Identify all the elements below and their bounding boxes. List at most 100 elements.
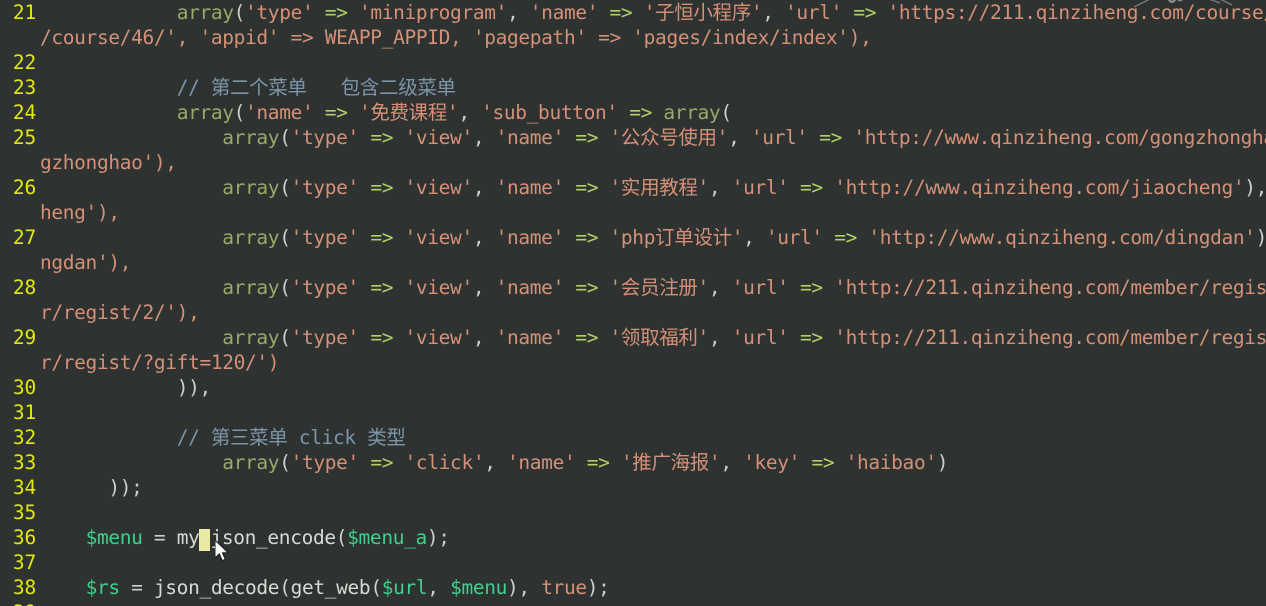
code-line-continuation[interactable]: gzhonghao'),	[0, 150, 1266, 175]
code-line[interactable]: 23 // 第二个菜单 包含二级菜单	[0, 75, 1266, 100]
code-line[interactable]: 28 array('type' => 'view', 'name' => '会员…	[0, 275, 1266, 300]
code-text[interactable]: )),	[40, 375, 1266, 400]
code-token: 'http://www.qinziheng.com/jiaocheng'	[834, 176, 1245, 199]
code-line[interactable]: 24 array('name' => '免费课程', 'sub_button' …	[0, 100, 1266, 125]
code-text[interactable]: array('type' => 'miniprogram', 'name' =>…	[40, 0, 1266, 25]
line-number: 27	[12, 226, 36, 249]
code-token: 'url'	[731, 176, 789, 199]
code-line[interactable]: 32 // 第三菜单 click 类型	[0, 425, 1266, 450]
code-text[interactable]: $menu = my_json_encode($menu_a);	[40, 525, 1266, 553]
code-token: ,	[708, 326, 732, 349]
code-text[interactable]: // 第三菜单 click 类型	[40, 425, 1266, 450]
code-text-wrapped[interactable]: heng'),	[40, 200, 1266, 225]
code-line[interactable]: 26 array('type' => 'view', 'name' => '实用…	[0, 175, 1266, 200]
code-token: 'key'	[743, 451, 801, 474]
code-token: get_web	[290, 576, 371, 599]
code-line[interactable]: 25 array('type' => 'view', 'name' => '公众…	[0, 125, 1266, 150]
code-token: $rs	[85, 576, 121, 599]
code-line[interactable]: 37	[0, 550, 1266, 575]
code-token: =	[142, 526, 177, 549]
code-token: =>	[324, 1, 348, 24]
code-token: (	[279, 226, 291, 249]
code-editor[interactable]: 21 array('type' => 'miniprogram', 'name'…	[0, 0, 1266, 606]
code-token: 'http://211.qinziheng.com/member/regist/…	[834, 276, 1266, 299]
code-lines-container[interactable]: 21 array('type' => 'miniprogram', 'name'…	[0, 0, 1266, 606]
code-line-continuation[interactable]: ngdan'),	[0, 250, 1266, 275]
code-text[interactable]: array('name' => '免费课程', 'sub_button' => …	[40, 100, 1266, 125]
code-token: ,	[472, 176, 496, 199]
code-token: 'name'	[529, 1, 599, 24]
code-token: =>	[575, 326, 599, 349]
code-line[interactable]: 34 ));	[0, 475, 1266, 500]
code-text[interactable]: // 第二个菜单 包含二级菜单	[40, 75, 1266, 100]
code-text[interactable]: array('type' => 'view', 'name' => '公众号使用…	[40, 125, 1266, 150]
code-text[interactable]: array('type' => 'view', 'name' => '实用教程'…	[40, 175, 1266, 200]
code-line-continuation[interactable]: /course/46/', 'appid' => WEAPP_APPID, 'p…	[0, 25, 1266, 50]
code-line[interactable]: 29 array('type' => 'view', 'name' => '领取…	[0, 325, 1266, 350]
code-text-wrapped[interactable]: r/regist/?gift=120/')	[40, 350, 1266, 375]
code-line[interactable]: 36 $menu = my_json_encode($menu_a);	[0, 525, 1266, 553]
code-line[interactable]: 39	[0, 600, 1266, 606]
code-token: 'name'	[495, 326, 565, 349]
code-token: ),	[1244, 176, 1266, 199]
code-token: (	[279, 126, 291, 149]
code-token: ,	[708, 276, 732, 299]
code-token: '实用教程'	[609, 176, 710, 199]
code-line-continuation[interactable]: r/regist/2/'),	[0, 300, 1266, 325]
code-line[interactable]: 30 )),	[0, 375, 1266, 400]
code-line-continuation[interactable]: r/regist/?gift=120/')	[0, 350, 1266, 375]
code-line-continuation[interactable]: heng'),	[0, 200, 1266, 225]
code-line[interactable]: 22	[0, 50, 1266, 75]
code-text[interactable]: array('type' => 'view', 'name' => '领取福利'…	[40, 325, 1266, 350]
code-token: 'view'	[404, 126, 474, 149]
code-token: '推广海报'	[620, 451, 721, 474]
code-token: =>	[370, 126, 394, 149]
code-line[interactable]: 21 array('type' => 'miniprogram', 'name'…	[0, 0, 1266, 25]
code-token: 'type'	[290, 451, 360, 474]
code-token: (	[279, 276, 291, 299]
code-text[interactable]: array('type' => 'view', 'name' => '会员注册'…	[40, 275, 1266, 300]
text-cursor: _	[199, 529, 211, 553]
code-text[interactable]: array('type' => 'view', 'name' => 'php订单…	[40, 225, 1266, 250]
code-token: ),	[507, 576, 542, 599]
code-text[interactable]: $rs = json_decode(get_web($url, $menu), …	[40, 575, 1266, 600]
code-text[interactable]: array('type' => 'click', 'name' => '推广海报…	[40, 450, 1266, 475]
code-token: array	[222, 176, 280, 199]
code-token: 'view'	[404, 326, 474, 349]
code-line[interactable]: 33 array('type' => 'click', 'name' => '推…	[0, 450, 1266, 475]
code-text-wrapped[interactable]: ngdan'),	[40, 250, 1266, 275]
code-token: ,	[472, 326, 496, 349]
code-token: )),	[176, 376, 212, 399]
line-number: 35	[12, 501, 36, 524]
code-line[interactable]: 35	[0, 500, 1266, 525]
code-token: '领取福利'	[609, 326, 710, 349]
code-line[interactable]: 38 $rs = json_decode(get_web($url, $menu…	[0, 575, 1266, 600]
code-token: 'type'	[245, 1, 314, 24]
code-text[interactable]: ));	[40, 475, 1266, 500]
line-number: 30	[12, 376, 36, 399]
code-line[interactable]: 27 array('type' => 'view', 'name' => 'ph…	[0, 225, 1266, 250]
code-text-wrapped[interactable]: r/regist/2/'),	[40, 300, 1266, 325]
code-line[interactable]: 31	[0, 400, 1266, 425]
code-token: 'name'	[495, 226, 565, 249]
code-token: 'https://211.qinziheng.com/course/46/'	[887, 1, 1266, 24]
code-token: (	[720, 101, 732, 124]
line-number: 32	[12, 426, 36, 449]
code-token: 'name'	[507, 451, 576, 474]
code-text-wrapped[interactable]: /course/46/', 'appid' => WEAPP_APPID, 'p…	[40, 25, 1266, 50]
code-text-wrapped[interactable]: gzhonghao'),	[40, 150, 1266, 175]
